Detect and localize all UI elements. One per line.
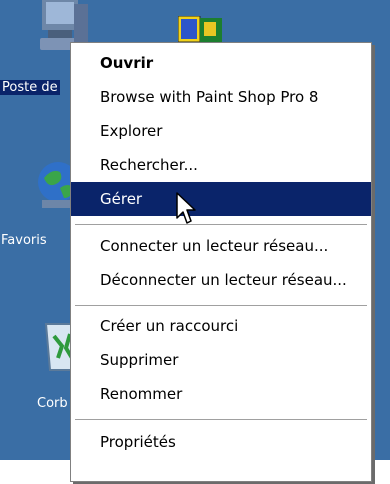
menu-item-create-shortcut[interactable]: Créer un raccourci [71, 309, 371, 343]
menu-separator [75, 419, 367, 421]
context-menu: Ouvrir Browse with Paint Shop Pro 8 Expl… [70, 42, 372, 482]
paint-shop-pro-icon[interactable] [178, 16, 226, 42]
desktop-icon-label-recycle-bin[interactable]: Corb [37, 396, 68, 411]
desktop-icon-label-my-computer[interactable]: Poste de [0, 80, 60, 95]
menu-item-map-network-drive[interactable]: Connecter un lecteur réseau... [71, 229, 371, 263]
menu-item-disconnect-network-drive[interactable]: Déconnecter un lecteur réseau... [71, 263, 371, 297]
desktop-icon-label-favorites[interactable]: Favoris [1, 233, 47, 248]
menu-item-browse-paint-shop-pro[interactable]: Browse with Paint Shop Pro 8 [71, 80, 371, 114]
menu-item-explore[interactable]: Explorer [71, 114, 371, 148]
menu-separator [75, 305, 367, 307]
menu-item-delete[interactable]: Supprimer [71, 343, 371, 377]
menu-item-properties[interactable]: Propriétés [71, 425, 371, 459]
menu-item-open[interactable]: Ouvrir [71, 46, 371, 80]
mouse-cursor-icon [176, 192, 196, 224]
menu-separator [75, 224, 367, 226]
menu-item-manage[interactable]: Gérer [71, 182, 371, 216]
menu-item-rename[interactable]: Renommer [71, 377, 371, 411]
menu-item-search[interactable]: Rechercher... [71, 148, 371, 182]
